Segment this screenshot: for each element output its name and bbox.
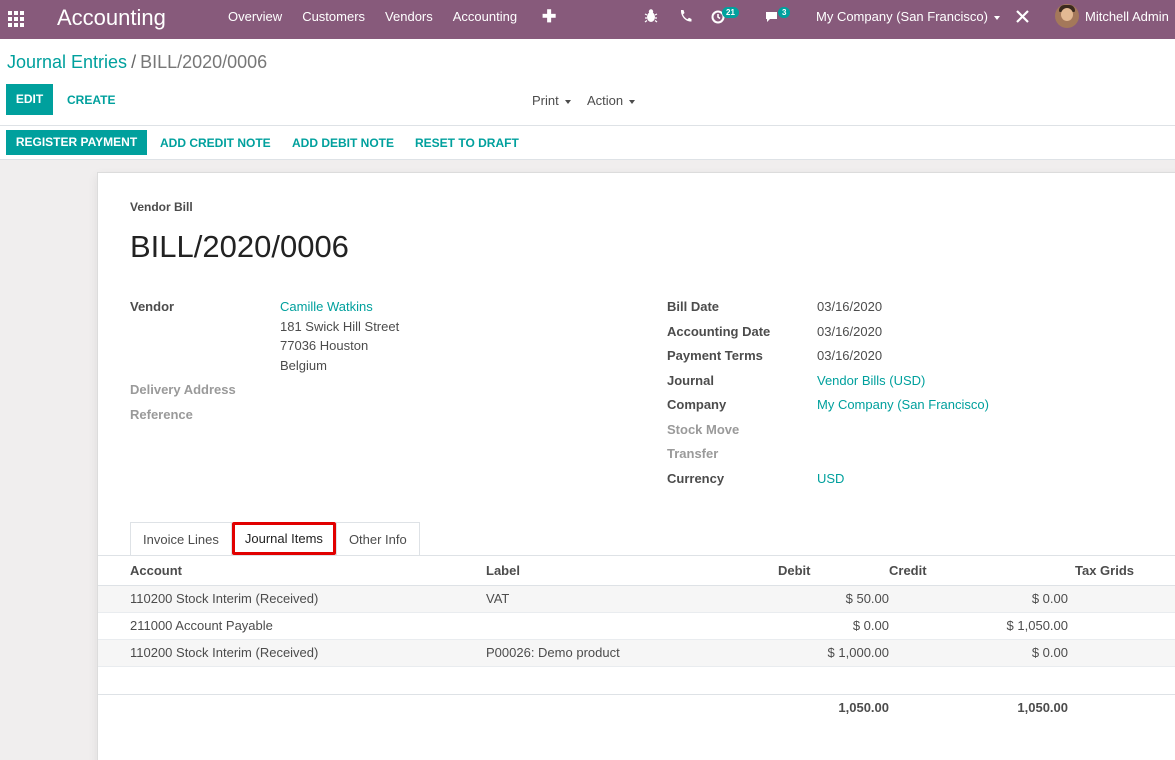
breadcrumb-separator: /	[131, 52, 137, 72]
tab-invoice-lines[interactable]: Invoice Lines	[130, 522, 232, 555]
company-switcher[interactable]: My Company (San Francisco)	[816, 0, 1000, 33]
add-credit-note-button[interactable]: ADD CREDIT NOTE	[160, 136, 271, 150]
status-bar: REGISTER PAYMENT ADD CREDIT NOTE ADD DEB…	[0, 126, 1175, 160]
total-credit: 1,050.00	[1017, 700, 1068, 716]
column-header-debit[interactable]: Debit	[778, 556, 889, 586]
menu-overview[interactable]: Overview	[218, 0, 292, 39]
payment-terms-value[interactable]: 03/16/2020	[817, 348, 882, 363]
currency-label: Currency	[667, 471, 725, 486]
plus-icon[interactable]: ✚	[542, 7, 556, 27]
main-menu: Overview Customers Vendors Accounting	[218, 0, 527, 39]
column-header-tax-grids[interactable]: Tax Grids	[1068, 556, 1175, 586]
cell-account: 211000 Account Payable	[98, 612, 486, 640]
total-debit: 1,050.00	[838, 700, 889, 716]
register-payment-button[interactable]: REGISTER PAYMENT	[6, 130, 147, 155]
vendor-address-line: 181 Swick Hill Street	[280, 319, 400, 334]
totals-row: 1,050.00 1,050.00	[98, 694, 1175, 721]
tab-journal-items[interactable]: Journal Items	[231, 522, 336, 555]
debug-tools-icon[interactable]	[1015, 9, 1030, 27]
table-row[interactable]: 110200 Stock Interim (Received) P00026: …	[98, 639, 1175, 667]
caret-down-icon	[993, 15, 1000, 20]
breadcrumb-journal-entries[interactable]: Journal Entries	[7, 52, 127, 72]
table-row[interactable]: 211000 Account Payable $ 0.00 $ 1,050.00	[98, 612, 1175, 640]
journal-link[interactable]: Vendor Bills (USD)	[817, 373, 925, 388]
reference-label: Reference	[130, 407, 193, 422]
payment-terms-label: Payment Terms	[667, 348, 763, 363]
column-header-account[interactable]: Account	[98, 556, 486, 586]
document-type: Vendor Bill	[130, 200, 193, 214]
bug-icon[interactable]	[644, 8, 658, 26]
cell-credit: $ 1,050.00	[889, 612, 1068, 640]
stock-move-label: Stock Move	[667, 422, 740, 437]
cell-debit: $ 50.00	[778, 585, 889, 613]
transfer-label: Transfer	[667, 446, 719, 461]
breadcrumb: Journal Entries / BILL/2020/0006	[7, 52, 267, 73]
phone-icon[interactable]	[678, 8, 692, 26]
totals-spacer	[1068, 694, 1175, 721]
form-sheet: Vendor Bill BILL/2020/0006 Vendor Camill…	[97, 172, 1175, 760]
bill-date-value[interactable]: 03/16/2020	[817, 299, 882, 314]
action-label: Action	[587, 93, 624, 108]
company-link[interactable]: My Company (San Francisco)	[817, 397, 989, 412]
table-row[interactable]: 110200 Stock Interim (Received) VAT $ 50…	[98, 585, 1175, 613]
bill-date-label: Bill Date	[667, 299, 720, 314]
cell-tax-grids	[1068, 639, 1175, 667]
empty-row	[98, 666, 1175, 695]
cell-tax-grids	[1068, 612, 1175, 640]
menu-customers[interactable]: Customers	[292, 0, 375, 39]
activity-count-badge: 21	[722, 7, 739, 18]
column-header-credit[interactable]: Credit	[889, 556, 1068, 586]
menu-vendors[interactable]: Vendors	[375, 0, 443, 39]
print-label: Print	[532, 93, 559, 108]
accounting-date-value[interactable]: 03/16/2020	[817, 324, 882, 339]
breadcrumb-current: BILL/2020/0006	[140, 52, 268, 72]
apps-menu-icon[interactable]	[6, 9, 24, 27]
edit-button[interactable]: EDIT	[6, 84, 53, 115]
totals-spacer	[486, 694, 778, 721]
company-name: My Company (San Francisco)	[816, 9, 988, 24]
tab-other-info[interactable]: Other Info	[335, 522, 420, 555]
notebook-tabs: Invoice Lines Journal Items Other Info	[130, 522, 420, 555]
cell-label: P00026: Demo product	[486, 639, 778, 667]
cell-credit: $ 0.00	[889, 639, 1068, 667]
user-avatar[interactable]	[1055, 4, 1079, 28]
vendor-address-line: 77036 Houston	[280, 338, 369, 353]
control-panel: Journal Entries / BILL/2020/0006 EDIT CREA…	[0, 39, 1175, 126]
cell-debit: $ 1,000.00	[778, 639, 889, 667]
journal-label: Journal	[667, 373, 714, 388]
totals-spacer	[98, 694, 486, 721]
create-button[interactable]: CREATE	[67, 93, 115, 107]
messages-count-badge: 3	[778, 7, 791, 18]
cell-debit: $ 0.00	[778, 612, 889, 640]
action-dropdown[interactable]: Action	[587, 93, 636, 108]
currency-link[interactable]: USD	[817, 471, 844, 486]
vendor-address-line: Belgium	[280, 358, 327, 373]
cell-label: VAT	[486, 585, 778, 613]
print-dropdown[interactable]: Print	[532, 93, 571, 108]
menu-accounting[interactable]: Accounting	[443, 0, 527, 39]
cell-credit: $ 0.00	[889, 585, 1068, 613]
add-debit-note-button[interactable]: ADD DEBIT NOTE	[292, 136, 394, 150]
cell-account: 110200 Stock Interim (Received)	[98, 585, 486, 613]
delivery-address-label: Delivery Address	[130, 382, 236, 397]
accounting-date-label: Accounting Date	[667, 324, 771, 339]
document-title: BILL/2020/0006	[130, 229, 349, 264]
table-header-row: Account Label Debit Credit Tax Grids	[98, 556, 1175, 586]
reset-to-draft-button[interactable]: RESET TO DRAFT	[415, 136, 519, 150]
column-header-label[interactable]: Label	[486, 556, 778, 586]
vendor-link[interactable]: Camille Watkins	[280, 299, 373, 314]
vendor-label: Vendor	[130, 299, 175, 314]
top-navbar: Accounting Overview Customers Vendors Ac…	[0, 0, 1175, 39]
caret-down-icon	[629, 99, 636, 104]
cell-account: 110200 Stock Interim (Received)	[98, 639, 486, 667]
user-menu[interactable]: Mitchell Admin	[1085, 0, 1169, 33]
caret-down-icon	[564, 99, 571, 104]
empty-cell	[98, 666, 1175, 695]
app-title: Accounting	[57, 5, 166, 30]
cell-tax-grids	[1068, 585, 1175, 613]
company-label: Company	[667, 397, 727, 412]
cell-label	[486, 612, 778, 640]
journal-items-table: Account Label Debit Credit Tax Grids 110…	[98, 556, 1175, 721]
